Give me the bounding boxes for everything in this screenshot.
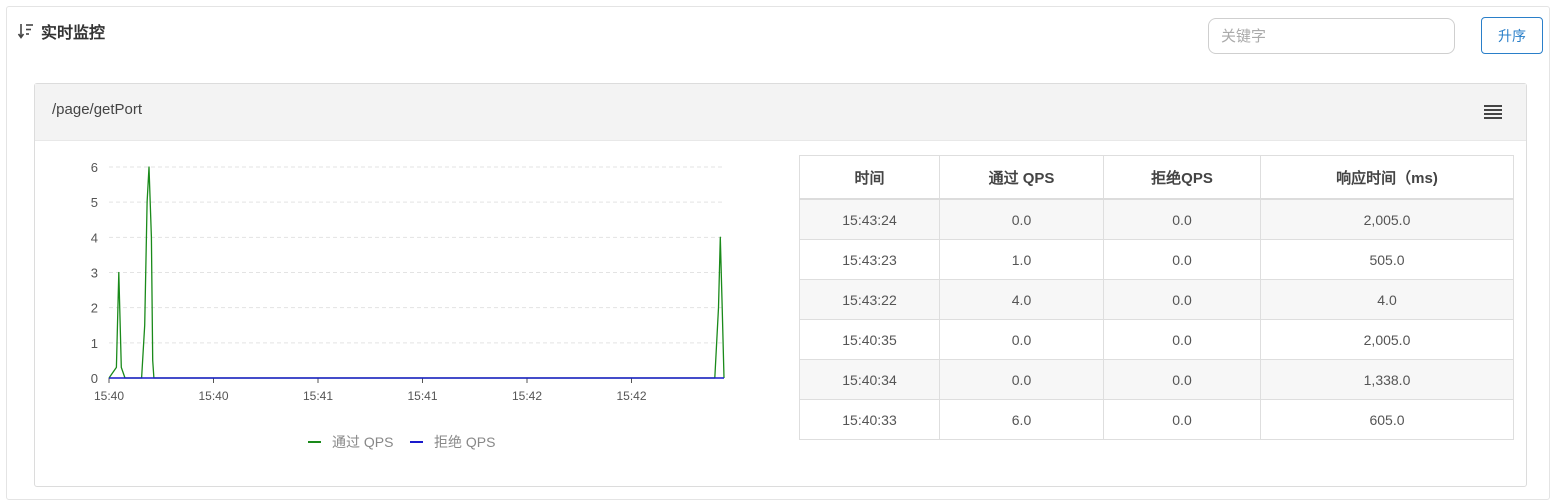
menu-icon[interactable] xyxy=(1483,103,1503,121)
panel-title: /page/getPort xyxy=(52,101,143,118)
qps-table: 时间 通过 QPS 拒绝QPS 响应时间（ms) 15:43:24 0.0 0.… xyxy=(799,155,1514,440)
chart-legend: 通过 QPS 拒绝 QPS xyxy=(308,434,495,450)
x-tick-label: 15:41 xyxy=(303,389,333,403)
table-header-row: 时间 通过 QPS 拒绝QPS 响应时间（ms) xyxy=(799,155,1514,200)
column-header-rt: 响应时间（ms) xyxy=(1260,155,1514,200)
chart-grid xyxy=(109,166,724,344)
y-tick-label: 4 xyxy=(91,230,98,245)
y-axis-ticks: 0 1 2 3 4 5 6 xyxy=(91,160,98,386)
table-row: 15:43:24 0.0 0.0 2,005.0 xyxy=(799,198,1514,240)
cell-pass-qps: 0.0 xyxy=(939,359,1104,400)
cell-block-qps: 0.0 xyxy=(1103,198,1261,240)
cell-time: 15:43:23 xyxy=(799,239,940,280)
cell-block-qps: 0.0 xyxy=(1103,279,1261,320)
y-tick-label: 2 xyxy=(91,301,98,316)
y-tick-label: 3 xyxy=(91,266,98,281)
legend-label: 拒绝 QPS xyxy=(434,434,495,450)
page-header: 实时监控 xyxy=(17,20,105,42)
table-row: 15:40:35 0.0 0.0 2,005.0 xyxy=(799,319,1514,360)
qps-line-chart: 0 1 2 3 4 5 6 15:40 15:40 15:41 15:41 15:42 15:42 通… xyxy=(91,160,725,450)
y-tick-label: 0 xyxy=(91,371,98,386)
cell-time: 15:43:22 xyxy=(799,279,940,320)
column-header-block-qps: 拒绝QPS xyxy=(1103,155,1261,200)
cell-rt: 505.0 xyxy=(1260,239,1514,280)
cell-pass-qps: 4.0 xyxy=(939,279,1104,320)
cell-block-qps: 0.0 xyxy=(1103,239,1261,280)
cell-rt: 1,338.0 xyxy=(1260,359,1514,400)
x-tick-label: 15:40 xyxy=(94,389,124,403)
cell-rt: 2,005.0 xyxy=(1260,198,1514,240)
table-row: 15:40:34 0.0 0.0 1,338.0 xyxy=(799,359,1514,400)
cell-time: 15:40:34 xyxy=(799,359,940,400)
x-tick-label: 15:42 xyxy=(512,389,542,403)
x-tick-label: 15:41 xyxy=(407,389,437,403)
cell-rt: 605.0 xyxy=(1260,399,1514,440)
panel-header: /page/getPort xyxy=(35,84,1526,141)
x-tick-label: 15:42 xyxy=(616,389,646,403)
legend-label: 通过 QPS xyxy=(332,434,393,450)
qps-table-container: 时间 通过 QPS 拒绝QPS 响应时间（ms) 15:43:24 0.0 0.… xyxy=(799,155,1514,440)
sort-order-button[interactable]: 升序 xyxy=(1481,17,1543,54)
x-tick-label: 15:40 xyxy=(198,389,228,403)
table-row: 15:43:22 4.0 0.0 4.0 xyxy=(799,279,1514,320)
cell-pass-qps: 1.0 xyxy=(939,239,1104,280)
table-row: 15:40:33 6.0 0.0 605.0 xyxy=(799,399,1514,440)
cell-pass-qps: 6.0 xyxy=(939,399,1104,440)
cell-block-qps: 0.0 xyxy=(1103,319,1261,360)
y-tick-label: 6 xyxy=(91,160,98,175)
x-axis: 15:40 15:40 15:41 15:41 15:42 15:42 xyxy=(94,377,724,403)
y-tick-label: 5 xyxy=(91,195,98,210)
cell-rt: 2,005.0 xyxy=(1260,319,1514,360)
page-title: 实时监控 xyxy=(41,25,106,42)
column-header-pass-qps: 通过 QPS xyxy=(939,155,1104,200)
cell-time: 15:43:24 xyxy=(799,198,940,240)
sort-descending-icon xyxy=(17,24,33,39)
cell-pass-qps: 0.0 xyxy=(939,198,1104,240)
cell-block-qps: 0.0 xyxy=(1103,399,1261,440)
cell-block-qps: 0.0 xyxy=(1103,359,1261,400)
cell-time: 15:40:35 xyxy=(799,319,940,360)
cell-rt: 4.0 xyxy=(1260,279,1514,320)
cell-time: 15:40:33 xyxy=(799,399,940,440)
column-header-time: 时间 xyxy=(799,155,940,200)
table-row: 15:43:23 1.0 0.0 505.0 xyxy=(799,239,1514,280)
search-input[interactable] xyxy=(1208,18,1455,54)
y-tick-label: 1 xyxy=(91,336,98,351)
cell-pass-qps: 0.0 xyxy=(939,319,1104,360)
